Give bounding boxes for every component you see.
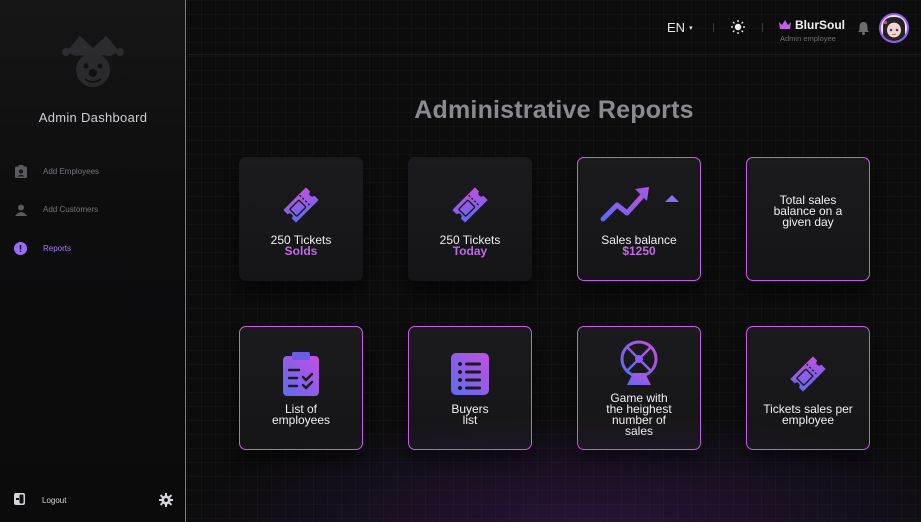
- list-icon: [451, 353, 489, 395]
- sidebar-item-add-employees[interactable]: Add Employees: [14, 165, 99, 178]
- sidebar-item-add-customers[interactable]: Add Customers: [14, 203, 98, 216]
- language-selector[interactable]: EN ▾: [667, 20, 693, 35]
- report-card-sales-balance[interactable]: Sales balance $1250: [577, 157, 701, 281]
- card-label: Total sales balance on a given day: [773, 192, 843, 229]
- card-value: Today: [452, 244, 488, 258]
- page-title: Administrative Reports: [414, 96, 694, 124]
- clipboard-check-icon: [283, 352, 319, 396]
- crown-icon: [779, 18, 791, 32]
- card-value: Solds: [284, 244, 318, 258]
- logout-icon: [14, 493, 25, 507]
- user-name: BlurSoul: [795, 18, 845, 32]
- user-icon: [14, 203, 27, 216]
- report-card-tickets-per-employee[interactable]: Tickets sales per employee: [746, 326, 870, 450]
- card-value: $1250: [622, 244, 656, 258]
- ticket-icon: [452, 187, 488, 223]
- chevron-down-icon: ▾: [689, 24, 693, 32]
- ferris-wheel-icon: [620, 340, 658, 385]
- ticket-icon: [790, 356, 826, 392]
- topbar: EN ▾ BlurSoul Admin employee: [187, 0, 921, 55]
- logout-label: Logout: [42, 495, 67, 505]
- divider: [713, 23, 714, 32]
- report-card-tickets-today[interactable]: 250 Tickets Today: [408, 157, 532, 281]
- avatar[interactable]: [879, 13, 909, 43]
- trending-up-icon: [600, 187, 679, 222]
- card-label: Buyers list: [451, 402, 489, 427]
- sun-icon[interactable]: [731, 20, 745, 34]
- sidebar-item-label: Reports: [43, 244, 72, 253]
- user-role: Admin employee: [780, 34, 836, 43]
- sidebar-item-reports[interactable]: Reports: [14, 242, 71, 255]
- main-content: EN ▾ BlurSoul Admin employee Administrat…: [187, 0, 921, 522]
- card-label: Tickets sales per employee: [763, 402, 853, 427]
- sidebar-item-label: Add Customers: [43, 205, 99, 214]
- brand-title: Admin Dashboard: [38, 110, 148, 125]
- report-card-list-employees[interactable]: List of employees: [239, 326, 363, 450]
- card-label: List of employees: [271, 402, 331, 427]
- gear-icon[interactable]: [159, 493, 173, 507]
- sidebar: Admin Dashboard Add Employees Add Custom…: [0, 0, 186, 522]
- user-info: BlurSoul Admin employee: [779, 18, 845, 43]
- clipboard-user-icon: [14, 165, 27, 178]
- bell-icon[interactable]: [857, 21, 870, 35]
- alert-circle-icon: [14, 242, 27, 255]
- logout-button[interactable]: Logout: [14, 493, 66, 507]
- sidebar-item-label: Add Employees: [43, 167, 100, 176]
- language-label: EN: [667, 20, 686, 35]
- report-card-total-sales-day[interactable]: Total sales balance on a given day: [746, 157, 870, 281]
- report-card-buyers-list[interactable]: Buyers list: [408, 326, 532, 450]
- jester-logo-icon: [58, 30, 128, 90]
- ticket-icon: [283, 187, 319, 223]
- report-card-top-game[interactable]: Game with the heighest number of sales: [577, 326, 701, 450]
- report-card-tickets-sold[interactable]: 250 Tickets Solds: [239, 157, 363, 281]
- divider: [762, 23, 763, 32]
- card-label: Game with the heighest number of sales: [606, 391, 672, 438]
